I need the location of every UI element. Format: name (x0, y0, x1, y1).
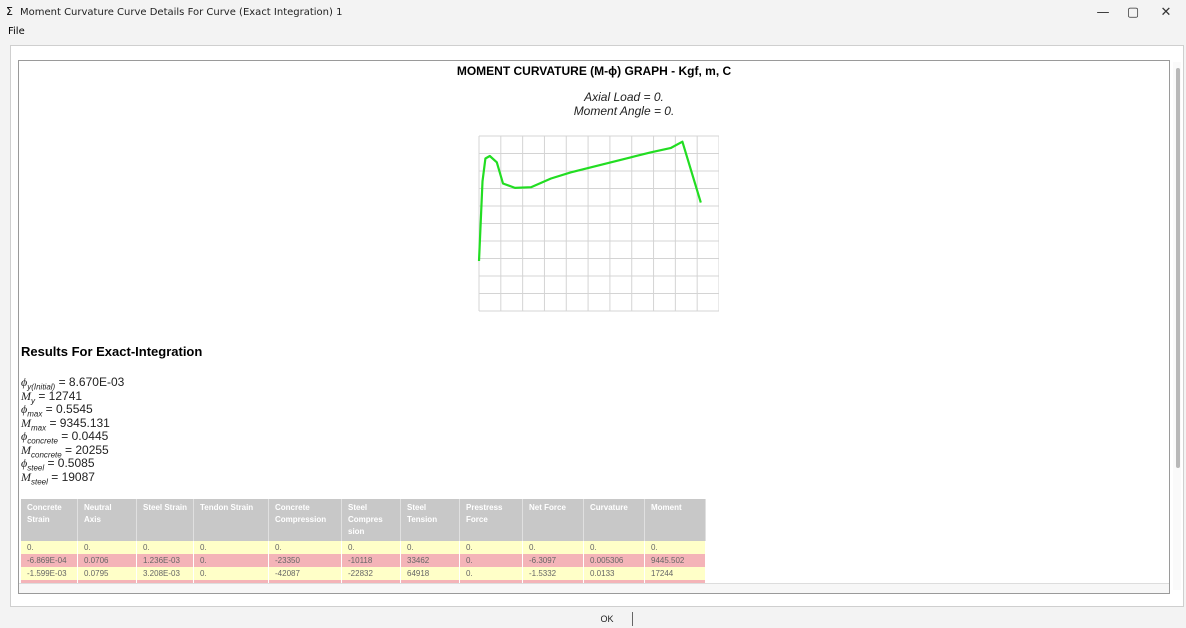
result-value: = 8.670E-03 (55, 375, 125, 389)
table-cell: 33462 (400, 554, 460, 567)
table-header-cell: Steel Compres sion (341, 499, 401, 541)
table-header-cell: Steel Tension (400, 499, 460, 541)
result-value: = 0.5085 (44, 456, 95, 470)
window-title: Moment Curvature Curve Details For Curve… (20, 7, 343, 18)
table-cell: 0.0133 (583, 567, 645, 580)
ok-button[interactable]: OK (582, 612, 633, 626)
table-cell: 3.208E-03 (136, 567, 194, 580)
table-header-cell: Prestress Force (459, 499, 523, 541)
table-cell: -6.869E-04 (21, 554, 78, 567)
table-cell: 0. (522, 541, 584, 554)
results-table: Concrete Strain Neutral Axis Steel Strain T… (21, 499, 706, 593)
maximize-button[interactable]: ▢ (1120, 2, 1146, 24)
minimize-button[interactable]: — (1090, 2, 1116, 24)
table-header-cell: Steel Strain (136, 499, 194, 541)
table-cell: 64918 (400, 567, 460, 580)
table-cell: 0. (644, 541, 706, 554)
table-cell: 0. (21, 541, 78, 554)
table-row[interactable]: -6.869E-04 0.0706 1.236E-03 0. -23350 -10118 3… (21, 554, 706, 567)
table-cell: -42087 (268, 567, 342, 580)
moment-curvature-chart (477, 135, 719, 312)
table-cell: -1.5332 (522, 567, 584, 580)
result-value: = 20255 (61, 442, 109, 457)
table-header-cell: Tendon Strain (193, 499, 269, 541)
results-panel: MOMENT CURVATURE (M-ϕ) GRAPH - Kgf, m, C… (18, 60, 1170, 594)
table-row[interactable]: -1.599E-03 0.0795 3.208E-03 0. -42087 -22832 6… (21, 567, 706, 580)
axial-load-label: Axial Load = 0. (584, 90, 664, 104)
horizontal-scrollbar[interactable] (19, 583, 1169, 593)
table-cell: 0. (268, 541, 342, 554)
table-cell: -10118 (341, 554, 401, 567)
table-cell: -6.3097 (522, 554, 584, 567)
result-symbol: M (21, 469, 31, 484)
content-frame: MOMENT CURVATURE (M-ϕ) GRAPH - Kgf, m, C… (10, 45, 1184, 607)
menu-file[interactable]: File (8, 26, 25, 37)
result-value: = 0.5545 (42, 402, 93, 416)
result-value: = 9345.131 (46, 415, 110, 430)
table-cell: -22832 (341, 567, 401, 580)
result-subscript: steel (31, 476, 48, 486)
close-button[interactable]: ✕ (1153, 2, 1179, 24)
table-header-cell: Neutral Axis (77, 499, 137, 541)
table-cell: 0. (459, 541, 523, 554)
result-value: = 0.0445 (57, 429, 109, 443)
table-header-cell: Curvature (583, 499, 645, 541)
table-cell: -23350 (268, 554, 342, 567)
menu-bar: File (0, 26, 1186, 40)
moment-angle-label: Moment Angle = 0. (573, 104, 675, 118)
table-cell: 0. (583, 541, 645, 554)
table-header-row: Concrete Strain Neutral Axis Steel Strain T… (21, 499, 706, 541)
result-line: Msteel = 19087 (21, 470, 95, 486)
table-cell: 0. (400, 541, 460, 554)
table-cell: 0.0706 (77, 554, 137, 567)
table-cell: 0. (136, 541, 194, 554)
table-cell: 1.236E-03 (136, 554, 194, 567)
table-cell: 0. (77, 541, 137, 554)
graph-title: MOMENT CURVATURE (M-ϕ) GRAPH - Kgf, m, C (456, 64, 732, 78)
table-header-cell: Moment (644, 499, 706, 541)
table-cell: 0.0795 (77, 567, 137, 580)
result-value: = 19087 (47, 469, 95, 484)
app-icon: Σ (6, 5, 13, 18)
table-cell: -1.599E-03 (21, 567, 78, 580)
table-cell: 9445.502 (644, 554, 706, 567)
result-symbol: M (21, 442, 31, 457)
table-header-cell: Concrete Compression (268, 499, 342, 541)
table-cell: 0. (459, 554, 523, 567)
table-cell: 17244 (644, 567, 706, 580)
table-cell: 0. (193, 541, 269, 554)
moment-curvature-line (477, 140, 702, 262)
table-cell: 0. (459, 567, 523, 580)
table-cell: 0. (193, 554, 269, 567)
result-value: = 12741 (35, 388, 83, 403)
result-symbol: M (21, 388, 31, 403)
table-cell: 0. (341, 541, 401, 554)
table-row[interactable]: 0. 0. 0. 0. 0. 0. 0. 0. 0. 0. 0. (21, 541, 706, 554)
result-symbol: M (21, 415, 31, 430)
table-header-cell: Concrete Strain (21, 499, 78, 541)
title-bar: Σ Moment Curvature Curve Details For Cur… (0, 0, 1186, 26)
table-cell: 0. (193, 567, 269, 580)
vertical-scroll-thumb[interactable] (1176, 68, 1180, 468)
results-title: Results For Exact-Integration (21, 344, 203, 359)
table-header-cell: Net Force (522, 499, 584, 541)
table-cell: 0.005306 (583, 554, 645, 567)
